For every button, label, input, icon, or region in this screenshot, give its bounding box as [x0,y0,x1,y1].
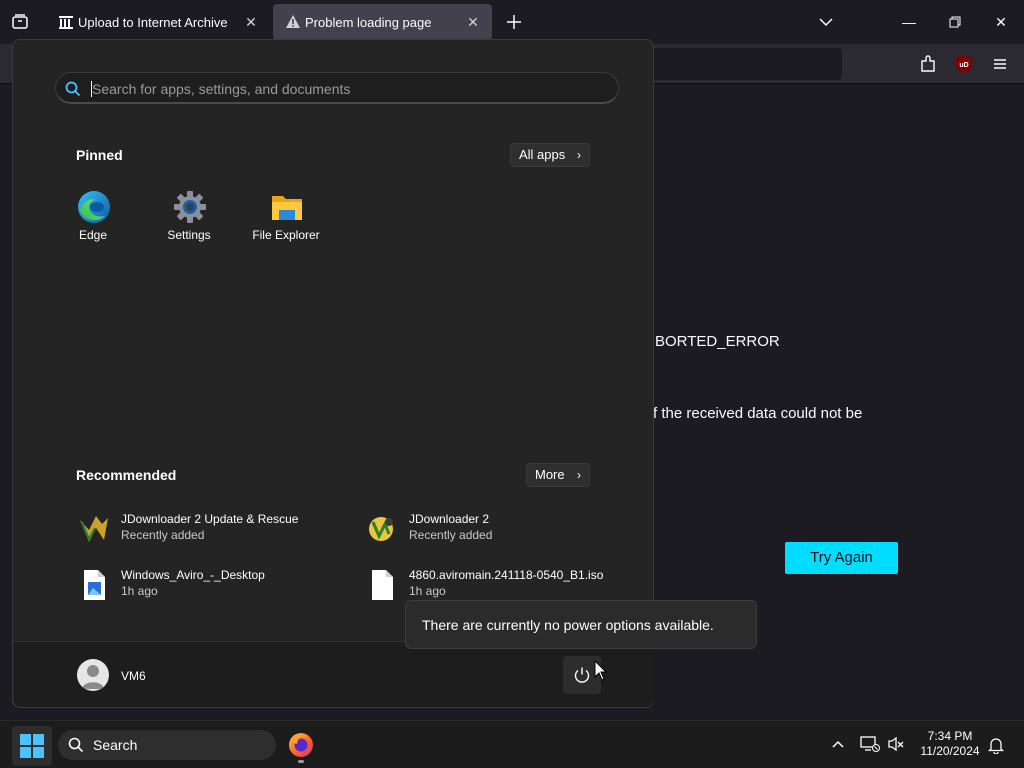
settings-gear-icon [173,190,207,224]
close-icon[interactable]: ✕ [242,13,260,31]
recommended-subtitle: 1h ago [409,584,446,598]
recommended-subtitle: Recently added [121,528,205,542]
search-icon [64,80,82,98]
clock-date: 11/20/2024 [920,744,980,758]
clock[interactable]: 7:34 PM 11/20/2024 [918,729,982,759]
chevron-right-icon: › [577,148,581,162]
menu-icon[interactable] [990,54,1010,74]
jdownloader-icon [365,512,399,546]
edge-icon [77,190,111,224]
taskbar: Search 7:34 PM 11/20/2024 [0,720,1024,768]
pinned-title: Pinned [76,147,123,163]
search-icon [67,736,85,754]
extensions-icon[interactable] [918,54,938,74]
start-search-input[interactable]: Search for apps, settings, and documents [55,72,619,104]
pinned-app-edge[interactable]: Edge [48,190,138,250]
power-tooltip: There are currently no power options ava… [405,600,757,649]
avatar[interactable] [77,659,109,691]
app-label: Edge [78,228,108,242]
tab-label: Problem loading page [305,15,432,30]
all-apps-label: All apps [519,147,566,162]
more-label: More [535,467,565,482]
more-button[interactable]: More › [526,463,590,487]
chevron-up-icon[interactable] [830,736,846,752]
notification-bell-icon[interactable] [987,736,1005,755]
app-label: Settings [167,228,211,242]
tab-problem-loading-page[interactable]: Problem loading page ✕ [273,4,492,40]
error-description: f the received data could not be [653,405,863,422]
chevron-down-icon[interactable] [816,12,836,32]
taskbar-search[interactable]: Search [58,730,276,760]
tab-label: Upload to Internet Archive [78,15,228,30]
recommended-subtitle: 1h ago [121,584,158,598]
recommended-title: JDownloader 2 [409,512,490,526]
volume-muted-icon[interactable] [887,736,905,752]
user-name[interactable]: VM6 [121,669,146,683]
file-icon [365,568,399,602]
chevron-right-icon: › [577,468,581,482]
jdownloader-icon [77,512,111,546]
recommended-item[interactable]: JDownloader 2 Recently added [365,510,625,550]
windows-logo-icon [20,734,44,758]
warning-icon [285,14,301,30]
image-file-icon [77,568,111,602]
taskbar-search-label: Search [93,737,138,753]
recommended-title: JDownloader 2 Update & Rescue [121,512,299,526]
minimize-icon[interactable]: — [895,8,923,36]
browser-tab-bar: Upload to Internet Archive ✕ Problem loa… [0,0,1024,44]
recommended-title: Recommended [76,467,177,483]
text-caret [91,81,92,97]
folder-icon [270,190,304,224]
close-icon[interactable]: ✕ [464,13,482,31]
firefox-icon [288,732,314,758]
svg-text:uD: uD [959,62,968,69]
tab-upload-internet-archive[interactable]: Upload to Internet Archive ✕ [46,4,270,40]
start-menu-footer [14,641,654,707]
ublock-origin-icon[interactable]: uD [955,54,973,74]
recommended-title: Windows_Aviro_-_Desktop [121,568,265,582]
error-code: BORTED_ERROR [655,333,780,350]
pinned-app-file-explorer[interactable]: File Explorer [241,190,331,250]
network-disconnected-icon[interactable] [860,735,880,753]
mouse-cursor-icon [594,659,608,682]
taskbar-firefox[interactable] [284,727,318,763]
recommended-item[interactable]: JDownloader 2 Update & Rescue Recently a… [77,510,337,550]
url-bar[interactable] [650,48,842,80]
try-again-button[interactable]: Try Again [785,542,898,574]
close-window-icon[interactable]: ✕ [987,8,1015,36]
power-icon [573,666,591,684]
tab-list-icon[interactable] [8,10,32,34]
archive-icon [58,14,74,30]
clock-time: 7:34 PM [927,729,973,743]
recommended-item[interactable]: Windows_Aviro_-_Desktop 1h ago [77,566,337,606]
new-tab-icon[interactable] [504,12,524,32]
restore-icon[interactable] [941,8,969,36]
start-button[interactable] [12,726,52,766]
recommended-subtitle: Recently added [409,528,493,542]
app-label: File Explorer [252,228,320,242]
recommended-title: 4860.aviromain.241118-0540_B1.iso [409,568,604,582]
all-apps-button[interactable]: All apps › [510,143,590,167]
running-indicator [298,760,304,763]
search-placeholder: Search for apps, settings, and documents [92,81,351,97]
pinned-app-settings[interactable]: Settings [144,190,234,250]
